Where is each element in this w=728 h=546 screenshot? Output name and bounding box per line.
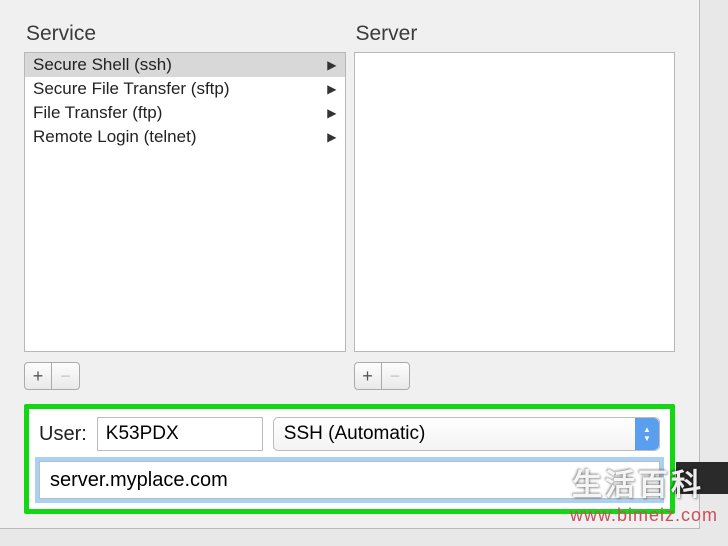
add-service-button[interactable]: + <box>24 362 52 390</box>
service-header: Service <box>24 22 346 46</box>
server-column: Server + − <box>354 22 676 390</box>
submenu-triangle-icon: ▶ <box>327 82 336 96</box>
user-input[interactable] <box>97 417 263 451</box>
protocol-select[interactable]: SSH (Automatic) <box>273 417 660 451</box>
service-item-label: Secure File Transfer (sftp) <box>33 79 230 99</box>
service-item[interactable]: Remote Login (telnet) ▶ <box>25 125 345 149</box>
columns-container: Service Secure Shell (ssh) ▶ Secure File… <box>24 22 675 390</box>
service-item-label: File Transfer (ftp) <box>33 103 162 123</box>
service-item-label: Remote Login (telnet) <box>33 127 196 147</box>
form-row-2 <box>39 461 660 499</box>
user-label: User: <box>39 423 87 446</box>
service-item[interactable]: Secure Shell (ssh) ▶ <box>25 53 345 77</box>
service-item-label: Secure Shell (ssh) <box>33 55 172 75</box>
remove-service-button: − <box>52 362 80 390</box>
service-listbox[interactable]: Secure Shell (ssh) ▶ Secure File Transfe… <box>24 52 346 352</box>
connection-panel: Service Secure Shell (ssh) ▶ Secure File… <box>0 0 700 529</box>
service-item[interactable]: File Transfer (ftp) ▶ <box>25 101 345 125</box>
server-address-input[interactable] <box>39 461 660 499</box>
submenu-triangle-icon: ▶ <box>327 58 336 72</box>
service-button-row: + − <box>24 362 346 390</box>
protocol-selected-label: SSH (Automatic) <box>284 423 425 445</box>
server-listbox[interactable] <box>354 52 676 352</box>
add-server-button[interactable]: + <box>354 362 382 390</box>
service-column: Service Secure Shell (ssh) ▶ Secure File… <box>24 22 346 390</box>
remove-server-button: − <box>382 362 410 390</box>
service-item[interactable]: Secure File Transfer (sftp) ▶ <box>25 77 345 101</box>
updown-arrows-icon: ▲▼ <box>635 418 659 450</box>
server-button-row: + − <box>354 362 676 390</box>
protocol-select-wrap[interactable]: SSH (Automatic) ▲▼ <box>273 417 660 451</box>
decorative-stripe <box>676 462 728 494</box>
server-header: Server <box>354 22 676 46</box>
form-row-1: User: SSH (Automatic) ▲▼ <box>39 417 660 451</box>
connection-form-highlight: User: SSH (Automatic) ▲▼ <box>24 404 675 514</box>
submenu-triangle-icon: ▶ <box>327 130 336 144</box>
submenu-triangle-icon: ▶ <box>327 106 336 120</box>
